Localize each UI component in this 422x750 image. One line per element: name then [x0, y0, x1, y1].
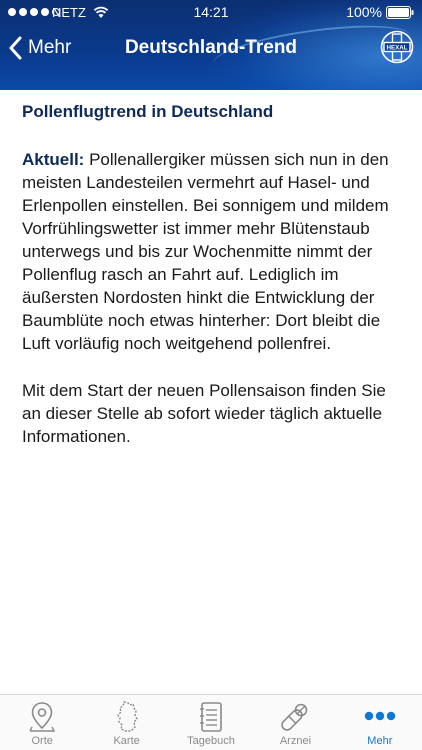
header: NETZ 14:21 100% Mehr Deutschland-Trend H…: [0, 0, 422, 90]
tab-bar: Orte Karte Tagebuch Arznei Mehr: [0, 694, 422, 750]
tab-label-tagebuch: Tagebuch: [187, 735, 235, 747]
page-title: Deutschland-Trend: [124, 37, 298, 58]
pill-icon: [281, 703, 308, 731]
tab-tagebuch[interactable]: Tagebuch: [169, 695, 253, 750]
tab-label-arznei: Arznei: [279, 735, 312, 747]
hexal-logo-text: HEXAL: [387, 45, 408, 52]
battery-percent: 100%: [346, 4, 382, 20]
tab-label-orte: Orte: [31, 735, 53, 747]
current-trend-text: Pollenallergiker müssen sich nun in den …: [22, 150, 389, 353]
main-content: Pollenflugtrend in Deutschland Aktuell: …: [22, 100, 400, 448]
tab-mehr[interactable]: Mehr: [338, 695, 422, 750]
tab-orte[interactable]: Orte: [0, 695, 84, 750]
tab-label-mehr: Mehr: [367, 735, 393, 747]
current-trend-paragraph: Aktuell: Pollenallergiker müssen sich nu…: [22, 148, 400, 355]
content-heading: Pollenflugtrend in Deutschland: [22, 102, 274, 121]
season-info-paragraph: Mit dem Start der neuen Pollensaison fin…: [22, 381, 386, 446]
germany-map-icon: [116, 701, 138, 732]
battery-icon: [386, 6, 414, 19]
current-label: Aktuell:: [22, 150, 85, 169]
navigation-bar: Mehr Deutschland-Trend HEXAL: [0, 26, 422, 70]
tab-label-karte: Karte: [113, 735, 140, 747]
more-dots-icon: [364, 711, 396, 721]
hexal-logo-icon: HEXAL: [380, 30, 414, 64]
notebook-icon: [200, 702, 222, 732]
status-bar: NETZ 14:21 100%: [0, 0, 422, 26]
map-pin-icon: [29, 702, 56, 732]
tab-karte[interactable]: Karte: [84, 695, 168, 750]
tab-arznei[interactable]: Arznei: [253, 695, 337, 750]
